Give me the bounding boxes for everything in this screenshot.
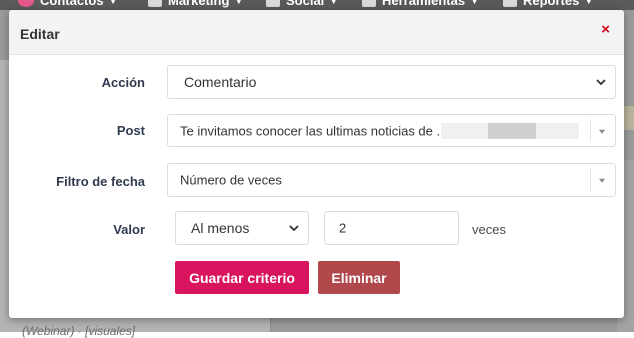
- delete-button[interactable]: Eliminar: [318, 261, 400, 294]
- save-criterion-button[interactable]: Guardar criterio: [175, 261, 309, 294]
- caret-down-icon: [599, 178, 605, 183]
- nav-item-contactos[interactable]: Contactos ▼: [18, 0, 117, 8]
- chevron-down-icon: [289, 225, 299, 232]
- valor-amount-value: 2: [339, 220, 347, 236]
- valor-label: Valor: [113, 222, 145, 237]
- modal-title: Editar: [20, 26, 60, 42]
- valor-suffix: veces: [472, 222, 506, 237]
- nav-item-label: Herramientas: [382, 0, 466, 8]
- filtro-fecha-select-value: Número de veces: [180, 172, 282, 188]
- nav-item-label: Marketing: [168, 0, 230, 8]
- chevron-down-icon: ▼: [470, 0, 480, 6]
- caret-down-icon: [599, 129, 605, 134]
- marketing-icon: [148, 0, 162, 7]
- accion-select-value: Comentario: [184, 74, 257, 90]
- chevron-down-icon: [596, 79, 606, 86]
- accion-label: Acción: [101, 75, 145, 90]
- chat-icon: [266, 0, 280, 7]
- post-label: Post: [116, 123, 145, 138]
- filtro-fecha-select[interactable]: Número de veces: [167, 163, 616, 197]
- nav-item-herramientas[interactable]: Herramientas ▼: [362, 0, 479, 8]
- close-icon[interactable]: ×: [601, 21, 610, 39]
- post-select-value: Te invitamos conocer las ultimas noticia…: [180, 123, 441, 138]
- modal-header: Editar ×: [9, 10, 624, 55]
- contacts-icon: [18, 0, 34, 7]
- chevron-down-icon: ▼: [329, 0, 339, 6]
- valor-amount-input[interactable]: 2: [324, 211, 459, 245]
- chevron-down-icon: ▼: [108, 0, 118, 6]
- nav-item-reportes[interactable]: Reportes ▼: [503, 0, 593, 8]
- post-select[interactable]: Te invitamos conocer las ultimas noticia…: [167, 114, 616, 147]
- tools-icon: [362, 0, 376, 7]
- nav-item-marketing[interactable]: Marketing ▼: [148, 0, 243, 8]
- chevron-down-icon: ▼: [584, 0, 594, 6]
- nav-item-label: Reportes: [523, 0, 580, 8]
- nav-item-label: Contactos: [40, 0, 104, 8]
- redacted-text: [488, 123, 536, 139]
- chart-icon: [503, 0, 517, 7]
- edit-criterion-modal: Editar × Acción Comentario Post Te invit…: [9, 10, 624, 318]
- valor-operator-select[interactable]: Al menos: [175, 211, 309, 245]
- valor-operator-value: Al menos: [191, 220, 250, 236]
- nav-item-social[interactable]: Social ▼: [266, 0, 338, 8]
- top-navigation-bar: Contactos ▼ Marketing ▼ Social ▼ Herrami…: [0, 0, 634, 10]
- background-panel-text: (Webinar) · [visuales]: [22, 324, 136, 338]
- accion-select[interactable]: Comentario: [167, 65, 616, 99]
- select-divider: [590, 119, 591, 142]
- nav-item-label: Social: [286, 0, 325, 8]
- select-divider: [590, 168, 591, 192]
- chevron-down-icon: ▼: [234, 0, 244, 6]
- filtro-fecha-label: Filtro de fecha: [56, 174, 145, 189]
